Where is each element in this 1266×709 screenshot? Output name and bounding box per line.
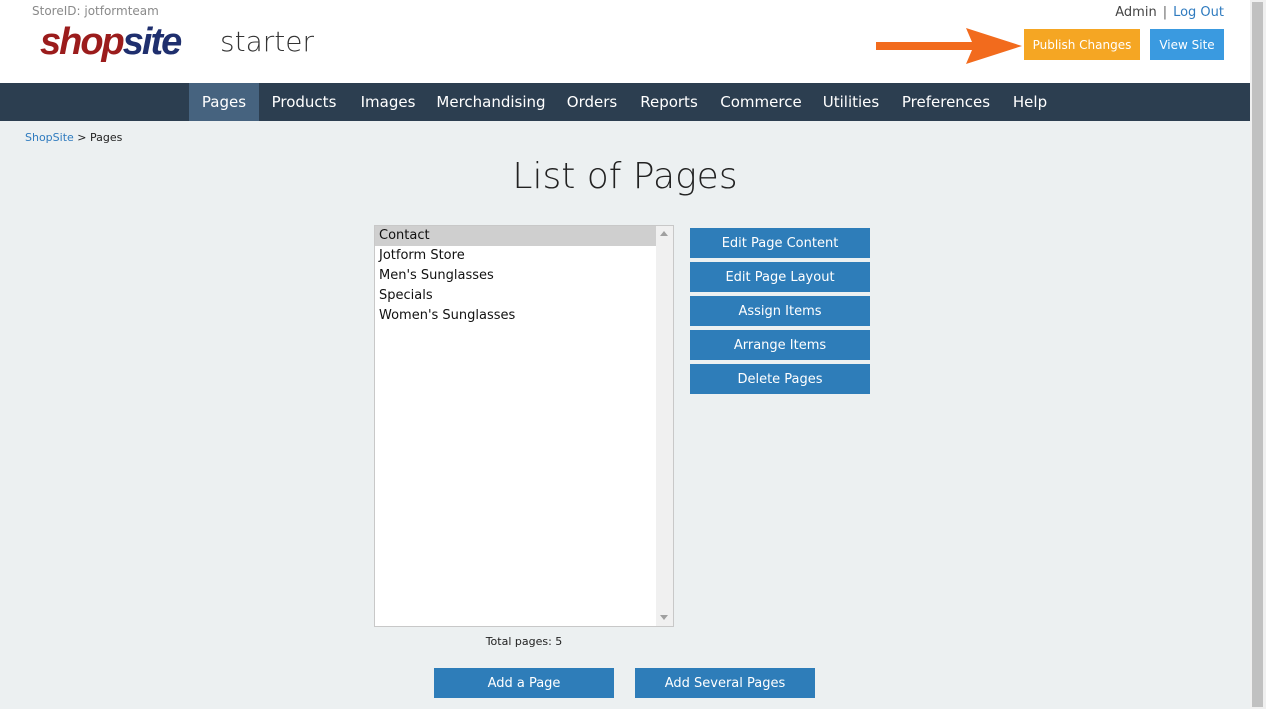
page-title: List of Pages (512, 156, 738, 197)
breadcrumb-shopsite[interactable]: ShopSite (25, 131, 74, 144)
logo-wordmark: shopsite (40, 21, 182, 63)
list-item[interactable]: Jotform Store (375, 246, 657, 266)
logo-starter: starter (220, 25, 314, 58)
page-scrollbar[interactable] (1250, 0, 1266, 709)
pages-listbox[interactable]: Contact Jotform Store Men's Sunglasses S… (374, 225, 674, 627)
nav-utilities[interactable]: Utilities (818, 83, 884, 121)
delete-pages-button[interactable]: Delete Pages (690, 364, 870, 394)
breadcrumb: ShopSite > Pages (25, 131, 122, 144)
arrow-icon (876, 28, 1022, 64)
nav-images[interactable]: Images (352, 83, 424, 121)
nav-commerce[interactable]: Commerce (714, 83, 808, 121)
nav-merchandising[interactable]: Merchandising (432, 83, 550, 121)
breadcrumb-sep: > (73, 131, 91, 144)
breadcrumb-current: Pages (90, 131, 123, 144)
nav-reports[interactable]: Reports (634, 83, 704, 121)
admin-link[interactable]: Admin (1115, 5, 1156, 20)
add-several-pages-button[interactable]: Add Several Pages (635, 668, 815, 698)
nav-preferences[interactable]: Preferences (894, 83, 998, 121)
add-page-button[interactable]: Add a Page (434, 668, 614, 698)
nav-orders[interactable]: Orders (560, 83, 624, 121)
edit-page-content-button[interactable]: Edit Page Content (690, 228, 870, 258)
edit-page-layout-button[interactable]: Edit Page Layout (690, 262, 870, 292)
nav-products[interactable]: Products (262, 83, 346, 121)
scroll-up-icon[interactable] (660, 231, 668, 236)
arrange-items-button[interactable]: Arrange Items (690, 330, 870, 360)
logout-link[interactable]: Log Out (1173, 5, 1224, 20)
store-id: StoreID: jotformteam (32, 4, 159, 18)
list-item[interactable]: Men's Sunglasses (375, 266, 657, 286)
nav-pages[interactable]: Pages (189, 83, 259, 121)
top-links: Admin | Log Out (1115, 5, 1224, 20)
nav-help[interactable]: Help (1006, 83, 1054, 121)
assign-items-button[interactable]: Assign Items (690, 296, 870, 326)
publish-changes-button[interactable]: Publish Changes (1024, 29, 1140, 60)
main-nav: Pages Products Images Merchandising Orde… (0, 83, 1250, 121)
view-site-button[interactable]: View Site (1150, 29, 1224, 60)
list-item[interactable]: Specials (375, 286, 657, 306)
page-scroll-thumb[interactable] (1252, 2, 1263, 707)
scroll-down-icon[interactable] (660, 615, 668, 620)
list-item[interactable]: Contact (375, 226, 657, 246)
separator: | (1162, 5, 1168, 20)
list-item[interactable]: Women's Sunglasses (375, 306, 657, 326)
listbox-scrollbar[interactable] (656, 226, 673, 626)
header: StoreID: jotformteam shopsite starter Ad… (0, 0, 1250, 83)
total-pages: Total pages: 5 (485, 635, 563, 648)
